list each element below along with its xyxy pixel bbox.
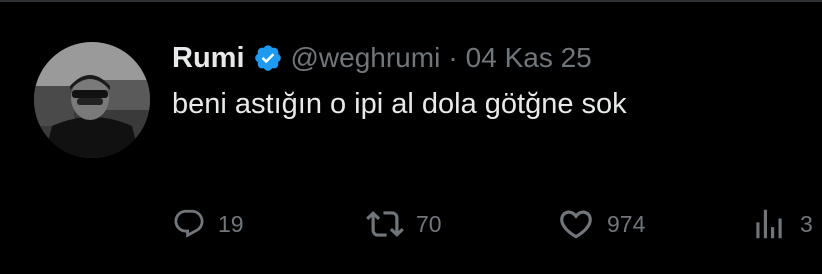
retweet-button[interactable]: 70	[366, 202, 442, 246]
reply-count: 19	[218, 210, 244, 237]
views-icon	[756, 209, 782, 239]
top-divider	[0, 0, 822, 2]
like-count: 974	[607, 210, 646, 237]
tweet-date[interactable]: 04 Kas 25	[466, 42, 592, 74]
reply-icon	[174, 209, 204, 238]
avatar[interactable]	[34, 42, 150, 158]
verified-badge-icon	[253, 43, 283, 73]
views-count: 3	[800, 210, 813, 237]
action-bar: 19 70 974 3	[0, 202, 822, 246]
like-button[interactable]: 974	[557, 202, 645, 246]
tweet-text: beni astığın o ipi al dola götğne sok	[172, 88, 627, 120]
retweet-count: 70	[416, 210, 442, 237]
author-handle[interactable]: @weghrumi	[291, 42, 441, 74]
tweet-header: Rumi @weghrumi · 04 Kas 25	[172, 38, 592, 78]
separator-dot: ·	[448, 42, 458, 73]
heart-icon	[560, 210, 592, 239]
reply-button[interactable]: 19	[172, 202, 244, 246]
retweet-icon	[366, 211, 404, 237]
views-button[interactable]: 3	[750, 202, 813, 246]
author-name[interactable]: Rumi	[172, 42, 245, 75]
avatar-photo	[34, 42, 150, 158]
